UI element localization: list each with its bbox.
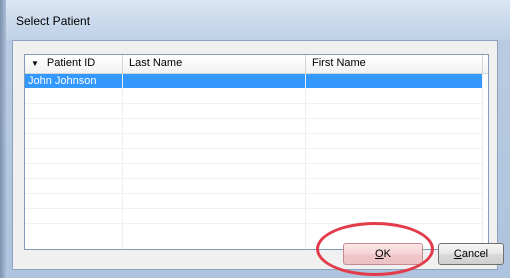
grid-line (25, 148, 483, 149)
annotation-circle (316, 222, 434, 276)
table-row[interactable]: John Johnson (25, 74, 483, 88)
column-header-filler (483, 55, 488, 73)
grid-line (25, 103, 483, 104)
cancel-mnemonic: C (453, 248, 462, 260)
cancel-label-rest: ancel (461, 248, 489, 260)
grid-line (25, 133, 483, 134)
cell-patient-id: John Johnson (28, 75, 97, 87)
window-title: Select Patient (16, 14, 91, 28)
title-bar[interactable]: Select Patient (6, 0, 510, 40)
column-label: Patient ID (46, 57, 96, 69)
column-label: Last Name (129, 57, 183, 69)
grid-line (25, 208, 483, 209)
column-header-patient-id[interactable]: ▼ Patient ID (25, 55, 123, 73)
column-header-last-name[interactable]: Last Name (123, 55, 306, 73)
window-edge (0, 0, 6, 278)
column-header-first-name[interactable]: First Name (306, 55, 483, 73)
grid-line (25, 193, 483, 194)
dialog-window: Select Patient ▼ Patient ID Last Name Fir… (0, 0, 510, 278)
patient-list[interactable]: ▼ Patient ID Last Name First Name John Jo… (24, 54, 489, 250)
cancel-button[interactable]: Cancel (438, 243, 504, 265)
sort-descending-icon: ▼ (31, 59, 39, 68)
grid-line (25, 118, 483, 119)
column-label: First Name (312, 57, 366, 69)
grid-line (25, 223, 483, 224)
grid-line (25, 178, 483, 179)
list-header: ▼ Patient ID Last Name First Name (25, 55, 488, 74)
grid-line (25, 163, 483, 164)
